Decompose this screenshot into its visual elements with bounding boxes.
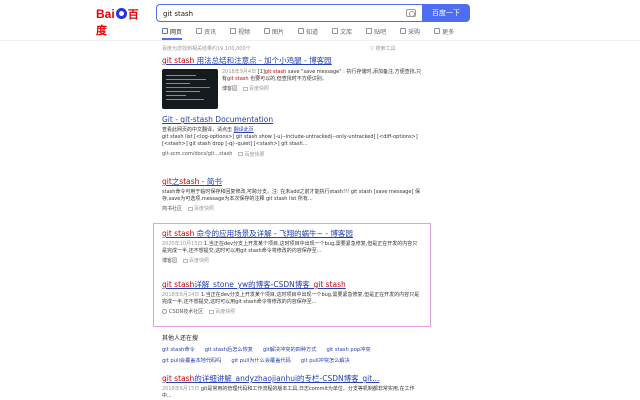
related-link[interactable]: git stash pop冲突 (326, 346, 370, 353)
search-result: git stash 命令的应用场景及详解 - 飞翔的蜗牛~ - 博客园 2020… (162, 229, 422, 264)
csdn-icon (162, 309, 167, 315)
result-abstract: 2020年10月15日 1.当正在dev分支上开发某个项目,这时项目中出现一个b… (162, 241, 418, 255)
related-link[interactable]: git pull会覆盖本地代码吗 (162, 357, 221, 364)
tab-tieba[interactable]: 贴吧 (366, 25, 386, 37)
result-abstract: 查看此网页的中文翻译，请点击 翻译此页 (162, 127, 254, 133)
snapshot-icon (243, 86, 249, 91)
related-searches: 其他人还在搜 git stash命令 git stash后怎么恢复 git解决冲… (162, 333, 422, 368)
result-source: git-scm.com/docs/git...stash 百度快照 (162, 151, 265, 158)
baidu-logo[interactable]: Bai 百度 (96, 6, 148, 37)
search-box (156, 4, 422, 22)
result-title[interactable]: git stash 用法总结和注意点 - 加个小鸡腿 - 博客园 (162, 56, 422, 66)
translate-link[interactable]: 翻译此页 (234, 127, 254, 133)
related-link[interactable]: git pull冲突怎么解决 (301, 357, 350, 364)
snapshot-icon (183, 258, 189, 263)
tab-video[interactable]: 视频 (230, 25, 250, 37)
related-title: 其他人还在搜 (162, 335, 199, 342)
forum-icon (366, 28, 373, 34)
snapshot-link[interactable]: 百度快照 (209, 308, 235, 315)
result-title[interactable]: git之stash - 简书 (162, 177, 422, 187)
search-input[interactable] (163, 8, 393, 19)
result-count: 百度为您找到相关结果约19,100,000个 (162, 46, 251, 52)
snapshot-icon (188, 206, 194, 211)
result-title[interactable]: Git - git-stash Documentation (162, 115, 422, 125)
search-result: git stash的详细讲解_andyzhaojianhui的专栏-CSDN博客… (162, 374, 422, 400)
result-abstract: stash命令可用于临时保存和回复修改,可跨分支。注: 在未add之前才能执行s… (162, 189, 421, 203)
more-icon (434, 28, 441, 34)
snapshot-link[interactable]: 百度快照 (243, 85, 269, 92)
camera-icon[interactable] (406, 9, 416, 17)
related-link[interactable]: git stash后怎么恢复 (205, 346, 253, 353)
snapshot-link[interactable]: 百度快照 (238, 151, 265, 158)
header: Bai百度 百度一下 网页 资讯 视频 图片 知道 文库 贴吧 采购 更多 (0, 0, 640, 42)
result-source: 简书社区 百度快照 (162, 205, 215, 213)
tab-web[interactable]: 网页 (162, 25, 183, 40)
related-link[interactable]: git pull为什么会覆盖代码 (231, 357, 290, 364)
result-abstract-detail: git stash list [<log-options>] git stash… (162, 134, 418, 148)
tab-images[interactable]: 图片 (264, 25, 284, 37)
tab-zhidao[interactable]: 知道 (298, 25, 318, 37)
search-tools-button[interactable]: ▽ 搜索工具 (370, 45, 395, 52)
tab-wenku[interactable]: 文库 (332, 25, 352, 37)
tab-caigou[interactable]: 采购 (400, 25, 420, 37)
result-title[interactable]: git stash详解_stone_yw的博客-CSDN博客_git stash (162, 280, 422, 290)
snapshot-icon (209, 309, 215, 314)
paw-icon (115, 8, 127, 19)
search-result: git之stash - 简书 stash命令可用于临时保存和回复修改,可跨分支。… (162, 177, 422, 212)
snapshot-link[interactable]: 百度快照 (183, 257, 209, 264)
result-title[interactable]: git stash 命令的应用场景及详解 - 飞翔的蜗牛~ - 博客园 (162, 229, 422, 239)
search-result: git stash详解_stone_yw的博客-CSDN博客_git stash… (162, 280, 422, 315)
result-source: 博客园 百度快照 (222, 85, 270, 93)
snapshot-icon (238, 152, 244, 157)
related-link[interactable]: git stash命令 (162, 346, 195, 353)
question-icon (298, 28, 305, 34)
search-result: Git - git-stash Documentation 查看此网页的中文翻译… (162, 115, 422, 158)
result-abstract: 2018年6月24日 1.当正在dev分支上开发某个项目,这时项目中出现一个bu… (162, 292, 420, 306)
result-abstract: 2018年6月15日 git是常用的管理代码和工作流程的版本工具,日志commi… (162, 386, 415, 400)
tab-more[interactable]: 更多 (434, 25, 454, 37)
shopping-icon (400, 28, 407, 34)
related-link[interactable]: git解决冲突的四种方式 (263, 346, 316, 353)
result-source: CSDN技术社区 百度快照 (162, 308, 422, 315)
search-button[interactable]: 百度一下 (422, 4, 470, 22)
result-thumbnail[interactable] (162, 69, 218, 109)
search-tabs: 网页 资讯 视频 图片 知道 文库 贴吧 采购 更多 (162, 25, 468, 40)
image-icon (264, 28, 271, 34)
document-icon (332, 28, 339, 34)
video-icon (230, 28, 237, 34)
news-icon (196, 28, 203, 34)
result-source: 博客园 百度快照 (162, 257, 210, 265)
tab-news[interactable]: 资讯 (196, 25, 216, 37)
header-divider (0, 40, 640, 41)
web-icon (162, 28, 168, 34)
search-result: git stash 用法总结和注意点 - 加个小鸡腿 - 博客园 2018年9月… (162, 56, 422, 109)
result-title[interactable]: git stash的详细讲解_andyzhaojianhui的专栏-CSDN博客… (162, 374, 422, 384)
snapshot-link[interactable]: 百度快照 (188, 205, 214, 212)
